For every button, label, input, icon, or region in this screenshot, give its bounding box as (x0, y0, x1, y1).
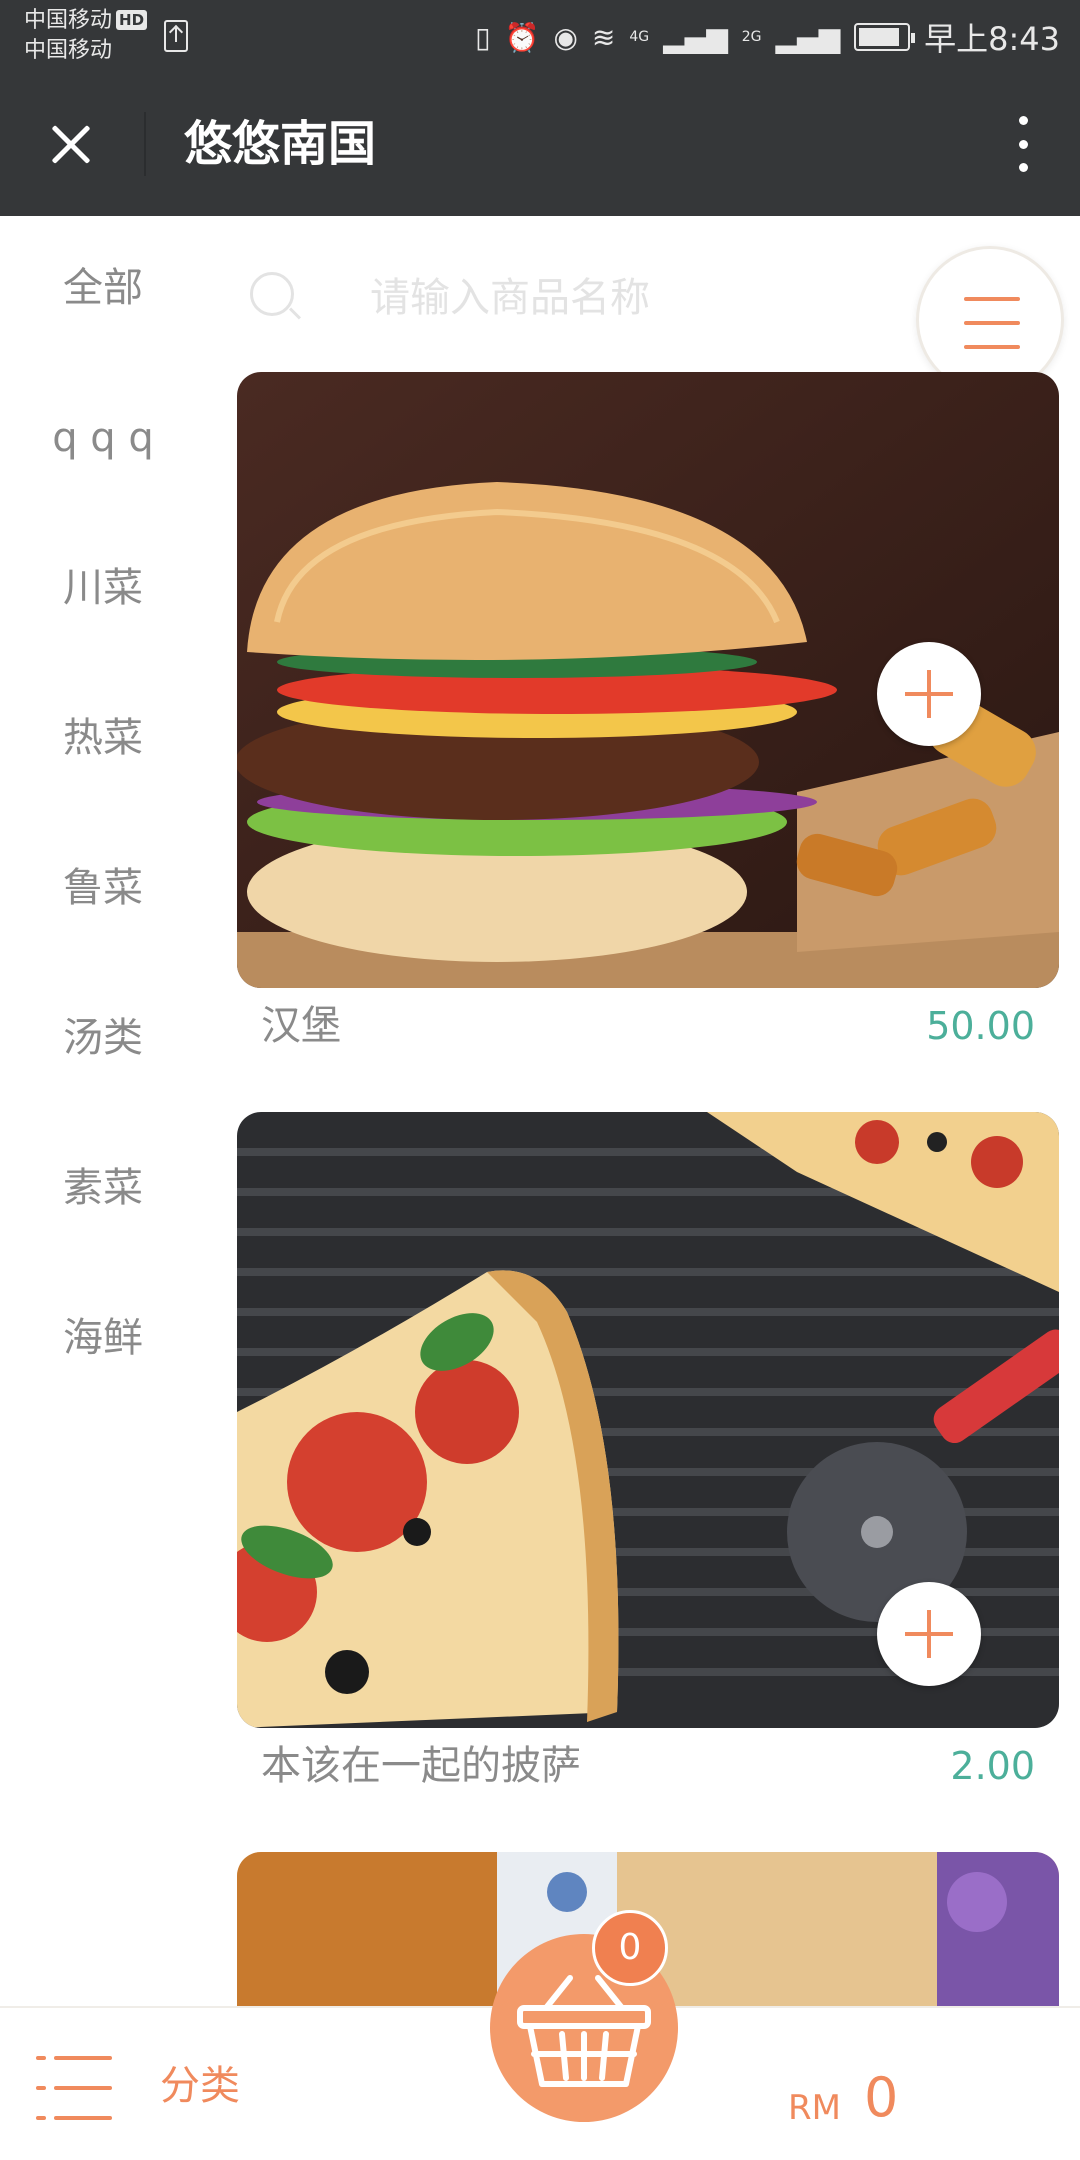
sidebar-item-sichuan[interactable]: 川菜 (0, 558, 206, 618)
product-price: 50.00 (926, 1004, 1035, 1048)
product-card[interactable]: 本该在一起的披萨 2.00 (237, 1112, 1059, 1789)
sidebar-item-shandong[interactable]: 鲁菜 (0, 858, 206, 918)
product-card[interactable]: 汉堡 50.00 (237, 372, 1059, 1049)
sidebar-item-hot-dishes[interactable]: 热菜 (0, 708, 206, 768)
sidebar-item-seafood[interactable]: 海鲜 (0, 1308, 206, 1368)
carrier-info: 中国移动 HD 中国移动 (24, 6, 148, 66)
add-to-cart-button[interactable] (877, 642, 981, 746)
hd-badge: HD (116, 10, 148, 30)
cart-total: 0 (864, 2066, 899, 2129)
product-name: 本该在一起的披萨 (261, 1743, 581, 1789)
category-list-icon[interactable] (36, 2056, 112, 2122)
signal-icon: ▂▄▆ (663, 20, 728, 54)
product-image-pizza[interactable] (237, 1112, 1059, 1728)
currency-label: RM (788, 2088, 841, 2128)
network-4g-label: 4G (629, 29, 650, 45)
cart-count-badge: 0 (592, 1910, 668, 1986)
product-price: 2.00 (950, 1744, 1035, 1788)
category-button-label[interactable]: 分类 (160, 2058, 240, 2114)
eye-icon: ◉ (553, 20, 578, 54)
category-sidebar: 全部 q q q 川菜 热菜 鲁菜 汤类 素菜 海鲜 (0, 216, 206, 2006)
status-time: 早上8:43 (924, 20, 1060, 58)
vibrate-icon: ▯ (475, 20, 491, 54)
app-bar: 悠悠南国 (0, 72, 1080, 216)
network-2g-label: 2G (741, 29, 762, 45)
more-icon[interactable] (1008, 112, 1038, 176)
carrier-2: 中国移动 (24, 38, 113, 63)
sidebar-item-soup[interactable]: 汤类 (0, 1008, 206, 1068)
sidebar-item-qqq[interactable]: q q q (0, 408, 206, 468)
app-bar-divider (144, 112, 146, 176)
sidebar-item-all[interactable]: 全部 (0, 258, 206, 318)
close-icon[interactable] (40, 114, 100, 174)
product-image-burger[interactable] (237, 372, 1059, 988)
status-icons: ▯ ⏰ ◉ ≋ 4G ▂▄▆ 2G ▂▄▆ 早上8:43 (475, 14, 1060, 60)
search-icon[interactable] (248, 270, 302, 322)
product-name: 汉堡 (261, 1003, 341, 1049)
alarm-icon: ⏰ (504, 20, 540, 54)
battery-icon (854, 23, 916, 51)
carrier-1: 中国移动 (24, 8, 113, 33)
sidebar-item-vegetarian[interactable]: 素菜 (0, 1158, 206, 1218)
upload-icon (164, 20, 188, 52)
signal-icon-2: ▂▄▆ (775, 20, 841, 54)
wifi-icon: ≋ (591, 20, 616, 54)
search-input[interactable] (370, 268, 890, 328)
page-title: 悠悠南国 (184, 116, 377, 172)
add-to-cart-button[interactable] (877, 1582, 981, 1686)
status-bar: 中国移动 HD 中国移动 ▯ ⏰ ◉ ≋ 4G ▂▄▆ 2G ▂▄▆ 早上8:43 (0, 0, 1080, 72)
